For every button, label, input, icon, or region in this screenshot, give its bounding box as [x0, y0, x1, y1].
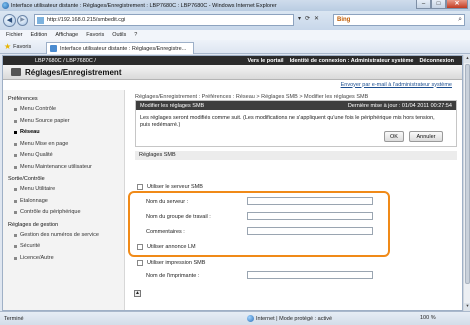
refresh-icon[interactable]: ⟳ [305, 15, 310, 22]
search-box[interactable]: Bing ⌕ [333, 14, 465, 26]
sidebar-item-controle-peripherique[interactable]: Contrôle du périphérique [3, 207, 124, 219]
url-text[interactable]: http://192.168.0.215/smbedit.cgi [47, 17, 125, 23]
page-viewport: LBP7680C / LBP7680C / Vers le portail Id… [2, 55, 463, 311]
tab-title: Interface utilisateur distante : Réglage… [60, 45, 187, 52]
vertical-scrollbar[interactable]: ▲ ▼ [463, 55, 470, 311]
panel-title: Modifier les réglages SMB [140, 102, 205, 109]
search-icon[interactable]: ⌕ [458, 16, 462, 24]
sidebar-item-utilitaire[interactable]: Menu Utilitaire [3, 184, 124, 196]
sidebar-item-numeros-service[interactable]: Gestion des numéros de service [3, 230, 124, 242]
menu-affichage[interactable]: Affichage [55, 32, 78, 38]
panel-body: Les réglages seront modifiés comme suit.… [136, 110, 456, 146]
sidebar-section-preferences: Préférences [8, 96, 38, 102]
sidebar-item-source-papier[interactable]: Menu Source papier [3, 116, 124, 128]
minimize-button[interactable]: – [416, 0, 431, 9]
sidebar-item-menu-controle[interactable]: Menu Contrôle [3, 104, 124, 116]
mail-admin-bar: Envoyer par e-mail à l'administrateur sy… [3, 80, 462, 89]
panel-header: Modifier les réglages SMB Dernière mise … [136, 101, 456, 110]
sidebar-section-sortie: Sortie/Contrôle [8, 176, 45, 182]
cancel-button[interactable]: Annuler [409, 131, 443, 142]
favorites-button[interactable]: ★ Favoris [4, 42, 31, 51]
settings-page-icon [11, 68, 21, 76]
page-icon [37, 16, 44, 24]
use-smb-print-row: Utiliser impression SMB [131, 258, 451, 267]
use-smb-print-label: Utiliser impression SMB [147, 259, 206, 266]
sidebar-item-securite[interactable]: Sécurité [3, 241, 124, 253]
scroll-down-icon[interactable]: ▼ [464, 303, 470, 311]
sidebar-item-licence[interactable]: Licence/Autre [3, 253, 124, 265]
printer-topbar: LBP7680C / LBP7680C / Vers le portail Id… [3, 56, 462, 65]
close-button[interactable]: ✕ [446, 0, 468, 9]
back-to-top-icon[interactable]: ▲ [134, 290, 141, 297]
bing-logo: Bing [337, 17, 351, 23]
favorites-bar: ★ Favoris Interface utilisateur distante… [0, 40, 470, 54]
sidebar-item-qualite[interactable]: Menu Qualité [3, 150, 124, 162]
menu-fichier[interactable]: Fichier [6, 32, 23, 38]
top-links: Vers le portail Identité de connexion : … [247, 58, 454, 64]
window-title: Interface utilisateur distante : Réglage… [11, 2, 277, 9]
use-smb-server-checkbox[interactable] [137, 183, 143, 190]
security-zone[interactable]: Internet | Mode protégé : activé [247, 315, 332, 322]
menu-favoris[interactable]: Favoris [86, 32, 104, 38]
page-header: Réglages/Enregistrement [3, 65, 462, 80]
zoom-control[interactable]: 100 % [420, 315, 436, 321]
edit-panel: Modifier les réglages SMB Dernière mise … [135, 100, 457, 147]
ie-app-icon [2, 2, 9, 9]
tab-page-icon [50, 45, 57, 52]
notice-text: Les réglages seront modifiés comme suit.… [140, 115, 435, 128]
sidebar-item-mise-en-page[interactable]: Menu Mise en page [3, 139, 124, 151]
printer-name-input[interactable] [247, 271, 373, 279]
scroll-up-icon[interactable]: ▲ [464, 55, 470, 63]
address-bar[interactable]: http://192.168.0.215/smbedit.cgi [34, 14, 294, 26]
page-title: Réglages/Enregistrement [25, 67, 122, 77]
sidebar-item-maintenance[interactable]: Menu Maintenance utilisateur [3, 162, 124, 174]
star-icon: ★ [4, 42, 12, 51]
status-bar: Terminé Internet | Mode protégé : activé… [0, 311, 470, 325]
ok-button[interactable]: OK [384, 131, 404, 142]
address-toolbar: ◀ ▶ http://192.168.0.215/smbedit.cgi ▾ ⟳… [0, 11, 470, 30]
window-controls: – □ ✕ [416, 0, 468, 9]
smb-section-title: Réglages SMB [135, 151, 457, 160]
browser-tab[interactable]: Interface utilisateur distante : Réglage… [46, 42, 194, 54]
sidebar-item-etalonnage[interactable]: Etalonnage [3, 196, 124, 208]
use-smb-print-checkbox[interactable] [137, 259, 143, 266]
login-identity: Identité de connexion : Administrateur s… [289, 57, 414, 64]
highlight-frame [128, 191, 390, 257]
zone-text: Internet | Mode protégé : activé [256, 315, 333, 322]
menu-edition[interactable]: Edition [31, 32, 48, 38]
stop-icon[interactable]: ✕ [314, 15, 319, 22]
mail-admin-link[interactable]: Envoyer par e-mail à l'administrateur sy… [341, 82, 452, 88]
favorites-label: Favoris [13, 43, 32, 50]
address-actions: ▾ ⟳ ✕ [298, 15, 319, 22]
search-input[interactable] [353, 17, 454, 23]
portal-link[interactable]: Vers le portail [247, 58, 283, 64]
back-button[interactable]: ◀ [3, 14, 16, 27]
dropdown-icon[interactable]: ▾ [298, 15, 301, 22]
printer-name-label: Nom de l'imprimante : [146, 273, 200, 279]
scroll-thumb[interactable] [465, 64, 470, 284]
menu-outils[interactable]: Outils [112, 32, 126, 38]
status-text: Terminé [4, 315, 24, 322]
last-update: Dernière mise à jour : 01/04 2011 00:27:… [347, 102, 452, 109]
breadcrumb: Réglages/Enregistrement : Préférences : … [135, 94, 369, 100]
sidebar: Préférences Menu Contrôle Menu Source pa… [3, 90, 125, 310]
sidebar-section-gestion: Réglages de gestion [8, 221, 59, 228]
window-title-bar: Interface utilisateur distante : Réglage… [0, 0, 470, 11]
logout-link[interactable]: Déconnexion [419, 58, 454, 64]
printer-model: LBP7680C / LBP7680C / [35, 57, 96, 64]
globe-icon [247, 315, 254, 322]
menu-bar: Fichier Edition Affichage Favoris Outils… [0, 30, 470, 40]
sidebar-item-reseau[interactable]: Réseau [3, 127, 124, 139]
zoom-text: 100 % [420, 315, 436, 321]
use-smb-server-label: Utiliser le serveur SMB [147, 183, 203, 190]
forward-button[interactable]: ▶ [17, 15, 28, 26]
menu-help[interactable]: ? [134, 32, 137, 38]
maximize-button[interactable]: □ [431, 0, 446, 9]
use-smb-server-row: Utiliser le serveur SMB [131, 182, 451, 191]
